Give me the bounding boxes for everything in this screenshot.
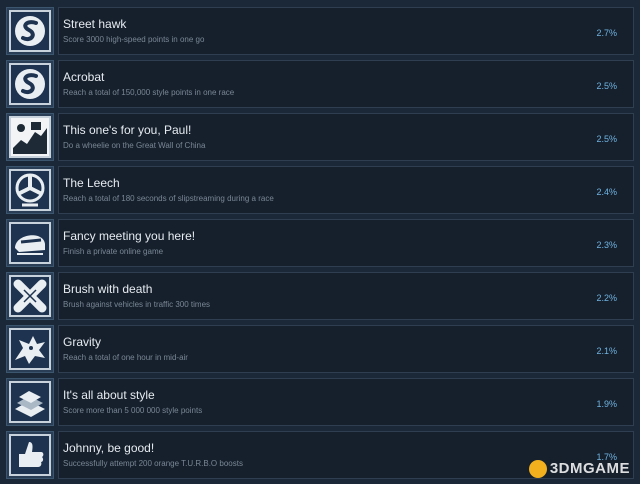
achievement-percent: 1.9% bbox=[596, 399, 617, 409]
achievement-percent: 2.3% bbox=[596, 240, 617, 250]
achievement-description: Successfully attempt 200 orange T.U.R.B.… bbox=[63, 459, 243, 468]
achievement-info: Brush with death Brush against vehicles … bbox=[58, 272, 634, 320]
fan-icon bbox=[9, 169, 51, 211]
achievement-title: The Leech bbox=[63, 176, 120, 190]
achievement-title: It's all about style bbox=[63, 388, 155, 402]
achievement-info: Street hawk Score 3000 high-speed points… bbox=[58, 7, 634, 55]
achievement-row[interactable]: It's all about style Score more than 5 0… bbox=[0, 376, 640, 428]
thumbs-up-icon bbox=[9, 434, 51, 476]
s-logo-icon bbox=[9, 10, 51, 52]
achievement-icon bbox=[6, 272, 54, 320]
achievement-description: Reach a total of 180 seconds of slipstre… bbox=[63, 194, 274, 203]
achievement-info: Gravity Reach a total of one hour in mid… bbox=[58, 325, 634, 373]
achievement-info: It's all about style Score more than 5 0… bbox=[58, 378, 634, 426]
achievement-icon bbox=[6, 113, 54, 161]
achievement-description: Score more than 5 000 000 style points bbox=[63, 406, 203, 415]
crossed-bandage-icon bbox=[9, 275, 51, 317]
achievement-percent: 2.4% bbox=[596, 187, 617, 197]
achievement-icon bbox=[6, 378, 54, 426]
achievement-row[interactable]: Gravity Reach a total of one hour in mid… bbox=[0, 323, 640, 375]
achievement-description: Do a wheelie on the Great Wall of China bbox=[63, 141, 206, 150]
achievement-title: This one's for you, Paul! bbox=[63, 123, 192, 137]
achievement-row[interactable]: Acrobat Reach a total of 150,000 style p… bbox=[0, 58, 640, 110]
achievement-row[interactable]: This one's for you, Paul! Do a wheelie o… bbox=[0, 111, 640, 163]
achievement-icon bbox=[6, 60, 54, 108]
achievement-title: Johnny, be good! bbox=[63, 441, 155, 455]
achievement-icon bbox=[6, 7, 54, 55]
achievement-row[interactable]: The Leech Reach a total of 180 seconds o… bbox=[0, 164, 640, 216]
achievement-description: Score 3000 high-speed points in one go bbox=[63, 35, 205, 44]
achievement-row[interactable]: Fancy meeting you here! Finish a private… bbox=[0, 217, 640, 269]
achievement-percent: 2.2% bbox=[596, 293, 617, 303]
dragon-icon bbox=[9, 328, 51, 370]
achievement-title: Street hawk bbox=[63, 17, 127, 31]
achievement-percent: 2.5% bbox=[596, 81, 617, 91]
achievement-info: This one's for you, Paul! Do a wheelie o… bbox=[58, 113, 634, 161]
achievement-info: Acrobat Reach a total of 150,000 style p… bbox=[58, 60, 634, 108]
achievement-list: Street hawk Score 3000 high-speed points… bbox=[0, 0, 640, 484]
achievement-icon bbox=[6, 431, 54, 479]
achievement-percent: 2.7% bbox=[596, 28, 617, 38]
achievement-title: Acrobat bbox=[63, 70, 105, 84]
helmet-icon bbox=[9, 222, 51, 264]
achievement-percent: 2.5% bbox=[596, 134, 617, 144]
watermark-badge-icon bbox=[528, 460, 547, 478]
achievement-info: The Leech Reach a total of 180 seconds o… bbox=[58, 166, 634, 214]
achievement-icon bbox=[6, 166, 54, 214]
wall-icon bbox=[9, 116, 51, 158]
watermark-text: 3DMGAME bbox=[549, 459, 630, 477]
achievement-description: Brush against vehicles in traffic 300 ti… bbox=[63, 300, 211, 309]
achievement-row[interactable]: Brush with death Brush against vehicles … bbox=[0, 270, 640, 322]
achievement-icon bbox=[6, 325, 54, 373]
watermark: 3DMGAME bbox=[528, 459, 630, 478]
achievement-description: Reach a total of 150,000 style points in… bbox=[63, 88, 235, 97]
achievement-icon bbox=[6, 219, 54, 267]
s-logo-icon bbox=[9, 63, 51, 105]
achievement-row[interactable]: Street hawk Score 3000 high-speed points… bbox=[0, 5, 640, 57]
achievement-title: Gravity bbox=[63, 335, 102, 349]
stack-icon bbox=[9, 381, 51, 423]
achievement-title: Brush with death bbox=[63, 282, 153, 296]
achievement-description: Reach a total of one hour in mid-air bbox=[63, 353, 188, 362]
achievement-title: Fancy meeting you here! bbox=[63, 229, 196, 243]
achievement-info: Fancy meeting you here! Finish a private… bbox=[58, 219, 634, 267]
achievement-percent: 2.1% bbox=[596, 346, 617, 356]
achievement-description: Finish a private online game bbox=[63, 247, 164, 256]
